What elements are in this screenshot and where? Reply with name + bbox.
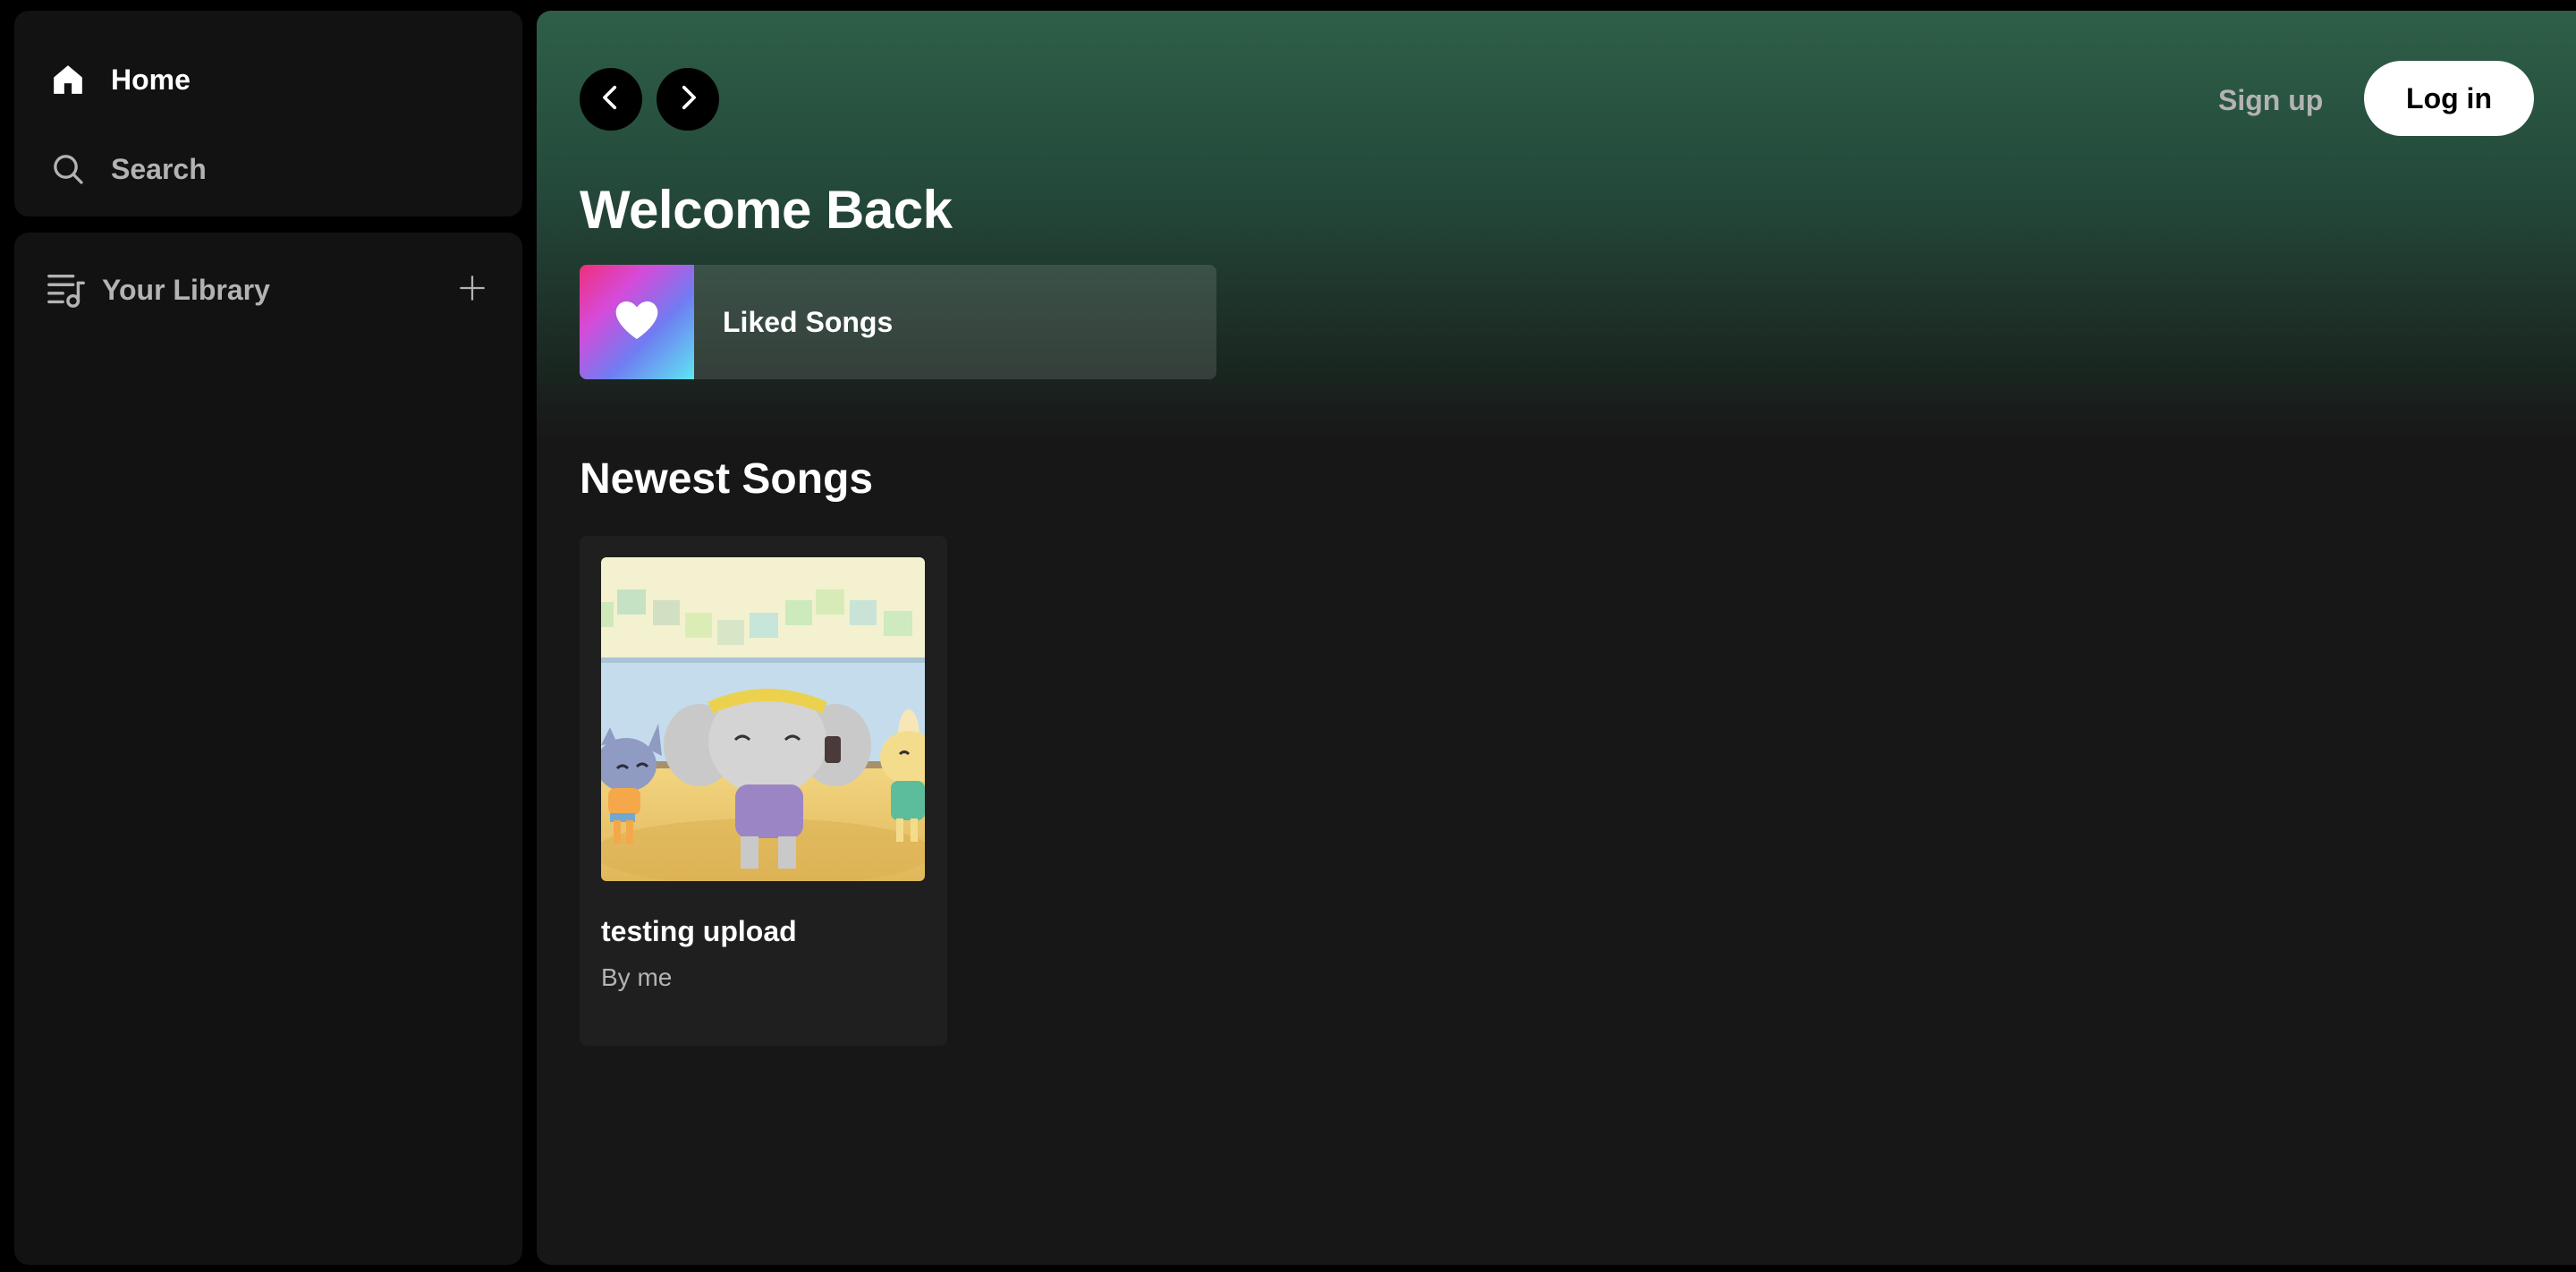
library-header[interactable]: Your Library <box>47 258 497 322</box>
sidebar-nav: Home Search <box>14 11 522 216</box>
app-root: Home Search Your Library Sign up Log in … <box>0 0 2576 1272</box>
add-playlist-button[interactable] <box>447 265 497 315</box>
sidebar-item-label: Search <box>111 152 207 185</box>
liked-songs-thumbnail <box>580 265 694 379</box>
song-card[interactable]: testing upload By me <box>580 536 947 1046</box>
sidebar-item-home[interactable]: Home <box>50 47 191 112</box>
song-cover-image <box>601 557 925 881</box>
heart-icon <box>612 295 662 350</box>
plus-icon <box>457 273 487 308</box>
back-button[interactable] <box>580 68 642 131</box>
library-icon <box>38 261 95 318</box>
search-icon <box>36 137 100 201</box>
liked-songs-card[interactable]: Liked Songs <box>580 265 1216 379</box>
page-title: Welcome Back <box>580 180 953 240</box>
main-content: Sign up Log in Welcome Back Liked Songs … <box>537 11 2576 1265</box>
sidebar-item-search[interactable]: Search <box>50 137 207 201</box>
signup-button[interactable]: Sign up <box>2218 72 2323 129</box>
chevron-right-icon <box>673 82 703 117</box>
sidebar-item-label: Home <box>111 63 191 96</box>
liked-songs-label: Liked Songs <box>723 305 894 338</box>
sidebar-library: Your Library <box>14 233 522 1265</box>
section-title-newest: Newest Songs <box>580 455 874 503</box>
home-icon <box>36 47 100 112</box>
library-label: Your Library <box>102 273 270 306</box>
forward-button[interactable] <box>657 68 719 131</box>
song-title: testing upload <box>601 915 797 947</box>
login-button[interactable]: Log in <box>2364 61 2534 136</box>
song-artist: By me <box>601 963 673 991</box>
chevron-left-icon <box>596 82 626 117</box>
